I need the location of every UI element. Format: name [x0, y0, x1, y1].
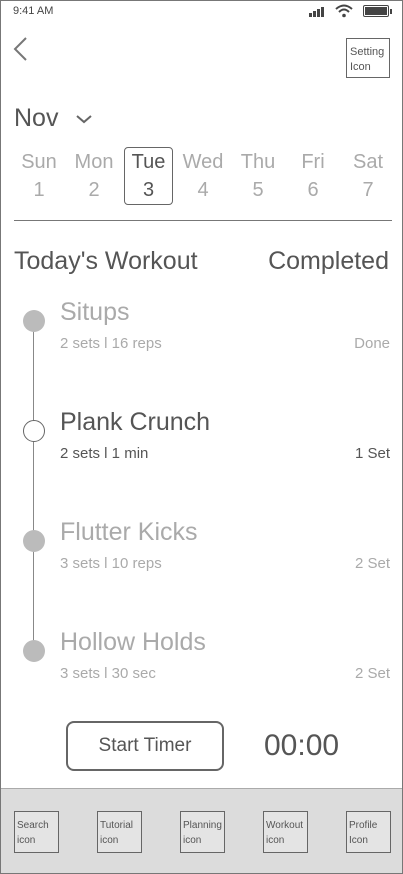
start-timer-button[interactable]: Start Timer — [66, 721, 224, 771]
back-chevron-icon[interactable] — [11, 36, 31, 62]
planning-icon[interactable]: Planning icon — [180, 811, 225, 853]
tab-label-line2: icon — [266, 835, 285, 846]
day-name: Sun — [21, 151, 57, 173]
day-date: 1 — [33, 179, 45, 201]
cellular-signal-icon — [309, 7, 327, 17]
tab-label-line1: Tutorial — [100, 820, 133, 831]
day-mon[interactable]: Mon 2 — [69, 147, 119, 205]
tab-label-line1: Search — [17, 820, 49, 831]
day-tue[interactable]: Tue 3 — [124, 147, 173, 205]
day-date: 7 — [362, 179, 374, 201]
status-bar: 9:41 AM — [1, 1, 402, 23]
wifi-icon — [335, 4, 353, 18]
tab-label-line2: icon — [183, 835, 202, 846]
tab-label-line2: icon — [100, 835, 119, 846]
day-name: Sat — [352, 151, 384, 173]
workout-item-situps[interactable]: Situps 2 sets l 16 reps Done — [1, 298, 402, 390]
phone-screen: 9:41 AM Setting Icon Nov Sun 1 Mon 2 Tue… — [0, 0, 403, 874]
exercise-status: 2 Set — [354, 555, 390, 572]
day-date: 5 — [252, 179, 264, 201]
chevron-down-icon[interactable] — [75, 114, 93, 124]
day-name: Fri — [301, 151, 325, 173]
exercise-status: Done — [354, 335, 390, 352]
day-name: Tue — [131, 151, 166, 173]
day-date: 4 — [197, 179, 209, 201]
week-day-selector: Sun 1 Mon 2 Tue 3 Wed 4 Thu 5 Fri 6 Sat … — [14, 147, 392, 205]
tab-label-line1: Profile — [349, 820, 378, 831]
timer-display: 00:00 — [264, 729, 340, 762]
done-dot-icon — [23, 310, 45, 332]
exercise-detail: 2 sets l 1 min — [60, 445, 149, 462]
pending-dot-icon — [23, 530, 45, 552]
tab-label-line1: Workout — [266, 820, 304, 831]
tab-label-line2: Icon — [349, 835, 368, 846]
exercise-status: 1 Set — [354, 445, 390, 462]
tab-label-line2: icon — [17, 835, 36, 846]
workout-item-hollow-holds[interactable]: Hollow Holds 3 sets l 30 sec 2 Set — [1, 628, 402, 720]
exercise-detail: 3 sets l 10 reps — [60, 555, 162, 572]
bottom-tab-bar: Search icon Tutorial icon Planning icon … — [1, 788, 402, 873]
day-sun[interactable]: Sun 1 — [14, 147, 64, 205]
day-name: Wed — [182, 151, 224, 173]
todays-workout-title: Today's Workout — [14, 247, 198, 275]
tab-label-line1: Planning — [183, 820, 222, 831]
setting-icon-label-1: Setting — [350, 46, 385, 58]
workout-icon[interactable]: Workout icon — [263, 811, 308, 853]
battery-tip — [390, 9, 392, 14]
setting-icon-label-2: Icon — [350, 61, 371, 73]
completed-link[interactable]: Completed — [268, 247, 389, 276]
profile-icon[interactable]: Profile Icon — [346, 811, 391, 853]
search-icon[interactable]: Search icon — [14, 811, 59, 853]
exercise-name: Hollow Holds — [60, 628, 206, 656]
day-sat[interactable]: Sat 7 — [343, 147, 393, 205]
day-date: 6 — [307, 179, 319, 201]
pending-dot-icon — [23, 640, 45, 662]
day-date: 3 — [142, 179, 155, 201]
day-name: Thu — [240, 151, 276, 173]
exercise-name: Flutter Kicks — [60, 518, 198, 546]
day-thu[interactable]: Thu 5 — [233, 147, 283, 205]
month-selector[interactable]: Nov — [14, 104, 58, 133]
exercise-detail: 3 sets l 30 sec — [60, 665, 156, 682]
day-name: Mon — [74, 151, 114, 173]
exercise-detail: 2 sets l 16 reps — [60, 335, 162, 352]
day-wed[interactable]: Wed 4 — [178, 147, 228, 205]
current-dot-icon — [23, 420, 45, 442]
exercise-name: Plank Crunch — [60, 408, 211, 436]
divider — [14, 220, 392, 221]
exercise-name: Situps — [60, 298, 130, 326]
status-time: 9:41 AM — [13, 5, 54, 17]
workout-item-plank-crunch[interactable]: Plank Crunch 2 sets l 1 min 1 Set — [1, 408, 402, 500]
battery-icon — [363, 5, 389, 17]
tutorial-icon[interactable]: Tutorial icon — [97, 811, 142, 853]
workout-item-flutter-kicks[interactable]: Flutter Kicks 3 sets l 10 reps 2 Set — [1, 518, 402, 610]
setting-icon[interactable]: Setting Icon — [346, 38, 390, 78]
day-fri[interactable]: Fri 6 — [288, 147, 338, 205]
day-date: 2 — [88, 179, 100, 201]
exercise-status: 2 Set — [354, 665, 390, 682]
